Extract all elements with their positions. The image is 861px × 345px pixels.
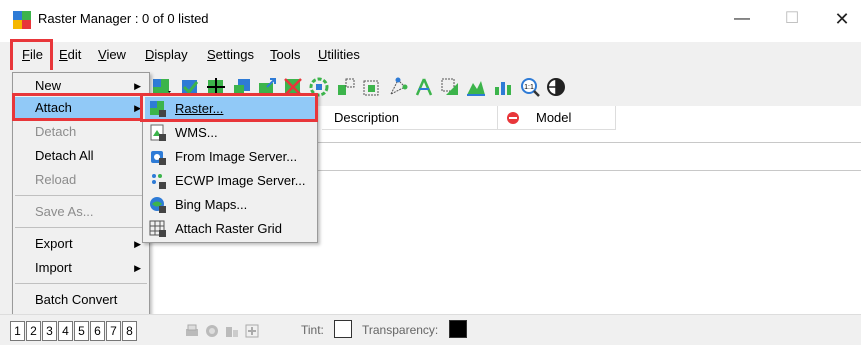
maximize-button[interactable]: ☐ — [772, 6, 812, 32]
menu-separator — [15, 227, 147, 228]
file-menu-import[interactable]: Import — [35, 257, 72, 279]
view-7-button[interactable]: 7 — [106, 321, 121, 341]
attach-bing-maps-item[interactable]: Bing Maps... — [147, 194, 313, 216]
tint-label: Tint: — [301, 323, 324, 337]
warp-raster-icon[interactable] — [362, 77, 382, 97]
file-menu-highlight — [10, 39, 53, 73]
wms-icon — [150, 124, 166, 141]
view-6-button[interactable]: 6 — [90, 321, 105, 341]
adjust-corners-icon[interactable] — [388, 77, 408, 97]
menu-display[interactable]: Display — [145, 47, 188, 62]
raster-item-highlight — [140, 93, 318, 122]
no-model-icon — [507, 112, 519, 124]
title-bar: Raster Manager : 0 of 0 listed — ☐ ✕ — [0, 0, 861, 38]
bar-chart-icon[interactable] — [493, 77, 513, 97]
menu-edit[interactable]: Edit — [59, 47, 81, 62]
raster-grid-icon — [149, 220, 166, 237]
view-5-button[interactable]: 5 — [74, 321, 89, 341]
attach-highlight — [12, 93, 152, 121]
view-1-button[interactable]: 1 — [10, 321, 25, 341]
file-menu-save-as[interactable]: Save As... — [35, 201, 94, 223]
ecwp-server-icon — [152, 174, 166, 189]
tint-swatch[interactable] — [334, 320, 352, 338]
divider — [316, 170, 861, 171]
menu-separator — [15, 283, 147, 284]
transparency-label: Transparency: — [362, 323, 439, 337]
submenu-arrow-icon: ▶ — [134, 263, 141, 273]
menu-tools[interactable]: Tools — [270, 47, 300, 62]
menu-view[interactable]: View — [98, 47, 126, 62]
column-description[interactable]: Description — [322, 106, 498, 130]
camera-icon[interactable] — [204, 323, 220, 339]
tiepoint-icon[interactable] — [414, 77, 434, 97]
submenu-arrow-icon: ▶ — [134, 81, 141, 91]
column-model[interactable]: Model — [498, 106, 616, 130]
attach-image-server-item[interactable]: From Image Server... — [147, 146, 313, 168]
print-icon[interactable] — [184, 323, 200, 339]
terrain-icon[interactable] — [466, 77, 486, 97]
bing-maps-icon — [150, 197, 166, 213]
fit-icon[interactable] — [244, 323, 260, 339]
menu-separator — [15, 195, 147, 196]
menu-bar: File Edit View Display Settings Tools Ut… — [0, 42, 861, 70]
column-model-label: Model — [536, 110, 572, 125]
raster-manager-icon — [13, 11, 31, 29]
column-description-label: Description — [334, 110, 400, 125]
submenu-arrow-icon: ▶ — [134, 239, 141, 249]
file-menu-detach[interactable]: Detach — [35, 121, 76, 143]
file-menu-batch-convert[interactable]: Batch Convert — [35, 289, 117, 311]
attach-ecwp-server-item[interactable]: ECWP Image Server... — [147, 170, 313, 192]
layers-icon[interactable] — [224, 323, 240, 339]
svg-text:1:1: 1:1 — [524, 84, 534, 91]
menu-settings[interactable]: Settings — [207, 47, 254, 62]
minimize-button[interactable]: — — [722, 6, 762, 32]
view-3-button[interactable]: 3 — [42, 321, 57, 341]
zoom-one-to-one-icon[interactable]: 1:1 — [520, 77, 540, 97]
view-2-button[interactable]: 2 — [26, 321, 41, 341]
file-menu-export[interactable]: Export — [35, 233, 73, 255]
image-server-icon — [151, 151, 166, 165]
file-menu-detach-all[interactable]: Detach All — [35, 145, 94, 167]
divider — [316, 142, 861, 143]
attach-wms-item[interactable]: WMS... — [147, 122, 313, 144]
window-title: Raster Manager : 0 of 0 listed — [38, 11, 209, 26]
status-bar: 1 2 3 4 5 6 7 8 Tint: Transparency: — [0, 314, 861, 345]
close-button[interactable]: ✕ — [822, 6, 861, 32]
view-4-button[interactable]: 4 — [58, 321, 73, 341]
transparency-swatch[interactable] — [449, 320, 467, 338]
attach-raster-grid-item[interactable]: Attach Raster Grid — [147, 218, 313, 240]
select-area-icon[interactable] — [440, 77, 460, 97]
globe-icon[interactable] — [546, 77, 566, 97]
mirror-raster-icon[interactable] — [336, 77, 356, 97]
view-8-button[interactable]: 8 — [122, 321, 137, 341]
menu-utilities[interactable]: Utilities — [318, 47, 360, 62]
file-menu-reload[interactable]: Reload — [35, 169, 76, 191]
